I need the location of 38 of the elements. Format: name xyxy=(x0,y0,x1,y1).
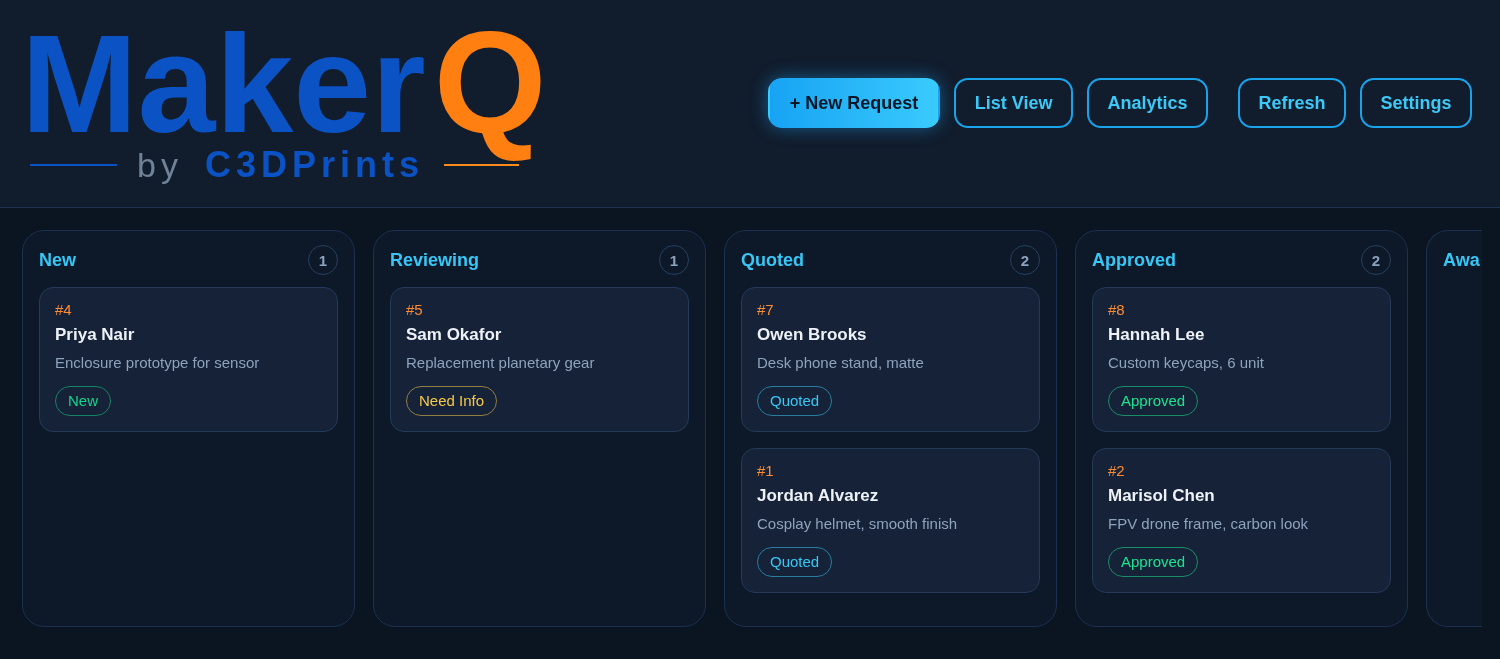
request-description: FPV drone frame, carbon look xyxy=(1108,514,1309,534)
request-card[interactable]: #5 Sam Okafor Replacement planetary gear Need Info xyxy=(390,287,689,432)
request-number: #5 xyxy=(406,300,423,320)
column-title: Reviewing xyxy=(390,249,480,271)
request-description: Replacement planetary gear xyxy=(406,353,595,373)
request-number: #7 xyxy=(757,300,774,320)
request-number: #2 xyxy=(1108,461,1125,481)
request-description: Custom keycaps, 6 unit xyxy=(1108,353,1264,373)
column-title: Awa xyxy=(1443,249,1480,271)
request-number: #4 xyxy=(55,300,72,320)
customer-name: Priya Nair xyxy=(55,324,135,346)
customer-name: Jordan Alvarez xyxy=(757,485,879,507)
toolbar-button[interactable]: Settings xyxy=(1360,78,1472,128)
logo-letter: Q xyxy=(433,1,547,163)
toolbar-button[interactable]: Refresh xyxy=(1237,78,1346,128)
customer-name: Hannah Lee xyxy=(1108,324,1205,346)
request-card[interactable]: #7 Owen Brooks Desk phone stand, matte Quoted xyxy=(741,287,1040,432)
logo-brand-name: C3DPrints xyxy=(204,147,424,183)
toolbar-button[interactable]: List View xyxy=(954,78,1073,128)
customer-name: Marisol Chen xyxy=(1108,485,1215,507)
logo-byline: by xyxy=(137,148,183,182)
column-title: Approved xyxy=(1092,249,1176,271)
request-card[interactable]: #1 Jordan Alvarez Cosplay helmet, smooth finish Quoted xyxy=(741,448,1040,593)
request-number: #1 xyxy=(757,461,774,481)
logo-wordmark: Maker xyxy=(21,28,426,140)
request-description: Desk phone stand, matte xyxy=(757,353,924,373)
request-number: #8 xyxy=(1108,300,1125,320)
primary-button[interactable]: + New Request xyxy=(767,78,941,128)
request-description: Cosplay helmet, smooth finish xyxy=(757,514,958,534)
customer-name: Sam Okafor xyxy=(406,324,502,346)
request-card[interactable]: #2 Marisol Chen FPV drone frame, carbon look Approved xyxy=(1092,448,1391,593)
customer-name: Owen Brooks xyxy=(757,324,867,346)
column-title: New xyxy=(39,249,76,271)
toolbar-button[interactable]: Analytics xyxy=(1086,78,1208,128)
request-card[interactable]: #4 Priya Nair Enclosure prototype for sensor New xyxy=(39,287,338,432)
request-description: Enclosure prototype for sensor xyxy=(55,353,260,373)
request-card[interactable]: #8 Hannah Lee Custom keycaps, 6 unit Approved xyxy=(1092,287,1391,432)
column-title: Quoted xyxy=(741,249,804,271)
